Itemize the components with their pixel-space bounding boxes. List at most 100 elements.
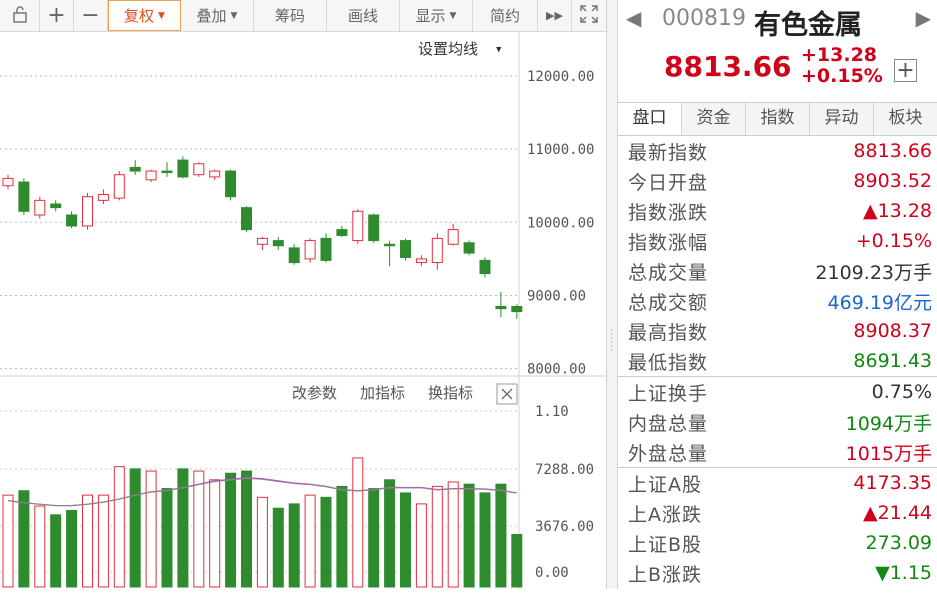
candle	[320, 233, 332, 263]
ma-settings-label[interactable]: 设置均线	[418, 40, 478, 58]
volume-bar	[225, 472, 237, 588]
display-dropdown[interactable]: 显示 ▼	[400, 0, 473, 31]
volume-bar	[129, 468, 141, 588]
add-indicator-button[interactable]: 加指标	[360, 384, 405, 402]
tab-order-book[interactable]: 盘口	[618, 103, 682, 135]
stat-value: +0.15%	[855, 230, 932, 252]
prev-stock-icon[interactable]: ◀	[626, 6, 641, 30]
candle-body	[336, 229, 348, 236]
stat-row: 上证A股 4173.35	[618, 467, 937, 498]
candle	[336, 225, 348, 237]
stat-row: 总成交额 469.19亿元	[618, 286, 937, 316]
kline-chart-svg[interactable]: 设置均线 ▼ 改参数 加指标 换指标 12000.00 11000.00 10000…	[0, 32, 606, 589]
lock-button[interactable]	[0, 0, 40, 31]
panel-splitter[interactable]: · · · · · ·	[606, 0, 618, 589]
zoom-in-icon: +	[47, 3, 66, 28]
simple-mode-button[interactable]: 简约	[473, 0, 538, 31]
switch-indicator-button[interactable]: 换指标	[428, 384, 473, 402]
candle	[415, 255, 427, 267]
candle	[161, 162, 173, 177]
stat-value: ▲21.44	[862, 502, 932, 524]
overlay-dropdown[interactable]: 叠加 ▼	[181, 0, 254, 31]
volume-bar	[193, 470, 205, 588]
price-axis: 12000.00 11000.00 10000.00 9000.00 8000.00	[527, 69, 594, 378]
price-tick-label: 11000.00	[527, 142, 594, 158]
add-watchlist-button[interactable]: +	[894, 59, 917, 82]
chips-label: 筹码	[274, 7, 305, 25]
overlay-label: 叠加	[196, 7, 227, 25]
candle	[272, 236, 284, 251]
adjust-rights-dropdown[interactable]: 复权 ▼	[108, 0, 181, 31]
stats-list: 最新指数 8813.66 今日开盘 8903.52 指数涨跌 ▲13.28 指数涨幅 +0.1…	[618, 136, 937, 588]
volume-bar	[495, 483, 507, 588]
candle-body	[256, 237, 268, 245]
price-tick-label: 9000.00	[527, 288, 586, 304]
chevron-down-icon[interactable]: ▼	[496, 45, 502, 55]
chips-button[interactable]: 筹码	[254, 0, 327, 31]
volume-bar	[288, 503, 300, 588]
quote-header: ◀ 000819 有色金属 ▶ 8813.66 +13.28 +0.15% +	[618, 0, 937, 100]
stat-row: 总成交量 2109.23万手	[618, 256, 937, 286]
tab-unusual[interactable]: 异动	[810, 103, 874, 135]
candles	[2, 156, 523, 319]
stat-value: 8903.52	[853, 170, 932, 192]
stat-value: 8813.66	[853, 140, 932, 162]
current-price: 8813.66	[664, 50, 792, 83]
volume-bar	[161, 488, 173, 588]
tab-sector[interactable]: 板块	[874, 103, 937, 135]
change-value: +13.28	[801, 44, 878, 66]
candle-body	[384, 243, 396, 247]
candle-body	[50, 203, 62, 209]
kline-chart[interactable]: 设置均线 ▼ 改参数 加指标 换指标 12000.00 11000.00 10000…	[0, 32, 606, 589]
candle-body	[177, 159, 189, 178]
price-change: +13.28 +0.15%	[801, 45, 883, 87]
candle-body	[511, 305, 523, 313]
stock-name: 有色金属	[754, 10, 862, 41]
stat-label: 最高指数	[628, 321, 709, 344]
fast-forward-button[interactable]: ▶▶	[538, 0, 572, 31]
volume-bar	[50, 514, 62, 588]
candle	[511, 304, 523, 319]
close-indicator-button[interactable]	[496, 383, 518, 405]
candle	[447, 223, 459, 246]
candle	[463, 240, 475, 256]
adjust-rights-label: 复权	[124, 7, 155, 25]
fullscreen-button[interactable]	[572, 0, 606, 31]
candle-body	[447, 229, 459, 245]
volume-bar	[241, 470, 252, 588]
candle-body	[113, 174, 125, 199]
tab-funds[interactable]: 资金	[682, 103, 746, 135]
candle-body	[193, 163, 205, 176]
candle	[113, 171, 125, 201]
zoom-out-button[interactable]: −	[74, 0, 108, 31]
candle	[495, 291, 507, 318]
stat-row: 指数涨跌 ▲13.28	[618, 196, 937, 226]
volume-tick-label: 3676.00	[535, 519, 594, 535]
zoom-in-button[interactable]: +	[40, 0, 74, 31]
candle	[209, 169, 221, 180]
plus-icon: +	[896, 58, 915, 83]
stat-value: 1015万手	[845, 442, 932, 465]
volume-bar	[447, 481, 459, 588]
volume-bar	[34, 505, 46, 588]
draw-line-button[interactable]: 画线	[327, 0, 400, 31]
volume-bar	[272, 507, 284, 588]
candle-body	[415, 258, 427, 264]
tab-index[interactable]: 指数	[746, 103, 810, 135]
next-stock-icon[interactable]: ▶	[916, 6, 931, 30]
volume-bar	[209, 479, 221, 588]
simple-mode-label: 简约	[489, 7, 520, 25]
stat-value: 1094万手	[845, 412, 932, 435]
chevron-down-icon: ▼	[158, 10, 165, 21]
candle-body	[368, 214, 380, 242]
stat-row: 最新指数 8813.66	[618, 136, 937, 166]
stat-row: 指数涨幅 +0.15%	[618, 226, 937, 256]
change-params-button[interactable]: 改参数	[292, 384, 337, 402]
candle-body	[272, 240, 284, 247]
candle-body	[145, 170, 157, 181]
price-tick-label: 8000.00	[527, 362, 586, 378]
volume-bar	[463, 483, 475, 588]
stat-label: 上A涨跌	[628, 503, 702, 526]
quote-panel: ◀ 000819 有色金属 ▶ 8813.66 +13.28 +0.15% + …	[618, 0, 937, 589]
stat-label: 总成交额	[628, 291, 709, 314]
